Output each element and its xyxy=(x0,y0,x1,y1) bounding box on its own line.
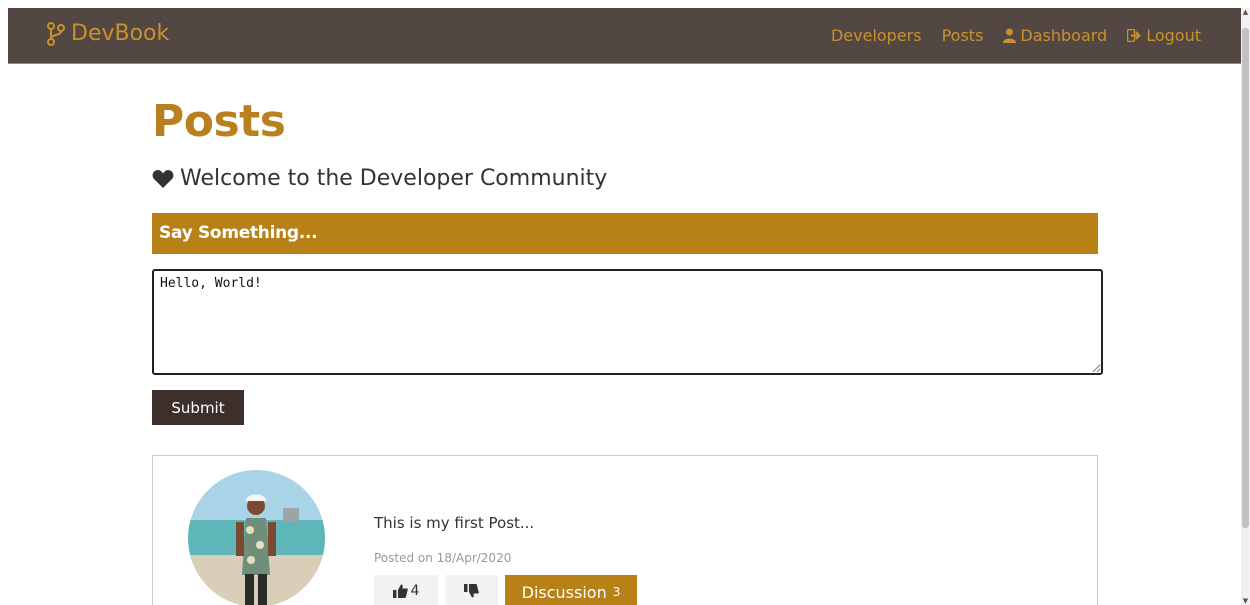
discussion-button[interactable]: Discussion 3 xyxy=(505,575,637,605)
thumbs-down-icon xyxy=(464,584,479,598)
page-title: Posts xyxy=(152,96,286,147)
brand-name: DevBook xyxy=(71,21,170,46)
lead-text: Welcome to the Developer Community xyxy=(152,166,607,191)
post-date: Posted on 18/Apr/2020 xyxy=(374,551,512,565)
like-button[interactable]: 4 xyxy=(374,575,438,605)
code-branch-icon xyxy=(47,21,65,46)
scroll-thumb[interactable] xyxy=(1242,28,1249,528)
page-scrollbar[interactable]: ▲ ▼ xyxy=(1241,8,1250,605)
scroll-down-icon[interactable]: ▼ xyxy=(1242,597,1249,605)
avatar-photo xyxy=(188,470,325,605)
post-text: This is my first Post... xyxy=(374,514,535,532)
nav-logout-label: Logout xyxy=(1146,26,1201,45)
user-icon xyxy=(1003,28,1017,43)
nav-logout-link[interactable]: Logout xyxy=(1127,26,1201,45)
brand-link[interactable]: DevBook xyxy=(46,21,169,46)
post-actions: 4 Discussion 3 xyxy=(374,575,637,605)
nav-dashboard-label: Dashboard xyxy=(1020,26,1108,45)
sign-out-icon xyxy=(1127,29,1142,42)
app-viewport: DevBook Developers Posts Dashboard Logou… xyxy=(8,8,1241,605)
avatar[interactable] xyxy=(188,470,325,605)
nav-links: Developers Posts Dashboard Logout xyxy=(831,26,1201,45)
post-form-header: Say Something... xyxy=(152,213,1098,254)
nav-posts-link[interactable]: Posts xyxy=(942,26,984,45)
nav-dashboard-link[interactable]: Dashboard xyxy=(1003,26,1107,45)
discussion-label: Discussion xyxy=(521,582,607,602)
submit-button[interactable]: Submit xyxy=(152,390,244,425)
discussion-count: 3 xyxy=(612,585,621,599)
lead-label: Welcome to the Developer Community xyxy=(180,166,608,191)
thumbs-up-icon xyxy=(392,584,408,598)
post-item: This is my first Post... Posted on 18/Ap… xyxy=(152,455,1098,605)
scroll-up-icon[interactable]: ▲ xyxy=(1242,8,1249,16)
like-count: 4 xyxy=(410,583,420,599)
post-textarea[interactable] xyxy=(152,269,1103,375)
navbar: DevBook Developers Posts Dashboard Logou… xyxy=(8,8,1241,64)
heart-icon xyxy=(152,169,174,188)
nav-developers-link[interactable]: Developers xyxy=(831,26,922,45)
dislike-button[interactable] xyxy=(445,575,498,605)
